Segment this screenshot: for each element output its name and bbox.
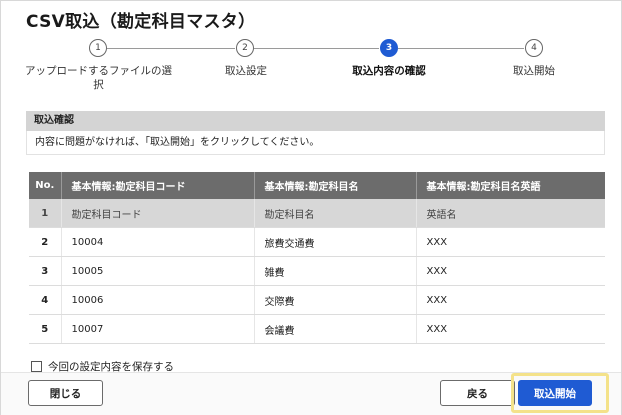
cell-name: 会議費 [254,314,417,344]
step-3-circle: 3 [380,39,398,57]
save-settings-checkbox[interactable] [31,361,42,372]
cell-code: 10007 [61,314,255,344]
table-row: 2 10004 旅費交通費 XXX [29,227,605,257]
step-2-label: 取込設定 [225,65,267,77]
stepper: 1 2 3 4 アップロードするファイルの選択 取込設定 取込内容の確認 取込開… [1,39,621,99]
cell-english: XXX [416,227,605,257]
column-header-name: 基本情報:勘定科目名 [254,172,417,199]
cell-code: 勘定科目コード [61,199,255,228]
table-row: 4 10006 交際費 XXX [29,285,605,315]
confirm-heading: 取込確認 [26,111,605,131]
cell-english: XXX [416,314,605,344]
table-row: 5 10007 会議費 XXX [29,314,605,344]
close-button[interactable]: 閉じる [28,380,103,406]
csv-import-dialog: CSV取込（勘定科目マスタ） 1 2 3 4 アップロードするファイルの選択 取… [0,0,622,415]
cell-code: 10006 [61,285,255,315]
step-3-label: 取込内容の確認 [352,65,426,77]
step-connector [398,48,524,49]
cell-no: 3 [29,256,62,286]
cell-code: 10005 [61,256,255,286]
step-4-label: 取込開始 [513,65,555,77]
step-connector [107,48,235,49]
cell-no: 5 [29,314,62,344]
cell-code: 10004 [61,227,255,257]
back-button[interactable]: 戻る [440,380,515,406]
dialog-footer: 閉じる 戻る 取込開始 [1,372,621,415]
step-connector [254,48,379,49]
cell-english: XXX [416,256,605,286]
step-4-circle: 4 [525,39,543,57]
table-row: 3 10005 雑費 XXX [29,256,605,286]
step-1-circle: 1 [89,39,107,57]
preview-table: No. 基本情報:勘定科目コード 基本情報:勘定科目名 基本情報:勘定科目名英語… [29,172,605,344]
cell-name: 勘定科目名 [254,199,417,228]
dialog-title: CSV取込（勘定科目マスタ） [26,12,256,32]
table-header-row: No. 基本情報:勘定科目コード 基本情報:勘定科目名 基本情報:勘定科目名英語 [29,172,605,199]
cell-english: 英語名 [416,199,605,228]
cell-name: 雑費 [254,256,417,286]
column-header-code: 基本情報:勘定科目コード [61,172,255,199]
step-1-label: アップロードするファイルの選択 [25,65,172,91]
cell-name: 旅費交通費 [254,227,417,257]
step-2-circle: 2 [236,39,254,57]
column-header-no: No. [29,172,62,199]
cell-no: 1 [29,199,62,228]
cell-name: 交際費 [254,285,417,315]
confirm-message: 内容に問題がなければ、「取込開始」をクリックしてください。 [26,131,605,155]
cell-english: XXX [416,285,605,315]
column-header-english: 基本情報:勘定科目名英語 [416,172,605,199]
cell-no: 2 [29,227,62,257]
cell-no: 4 [29,285,62,315]
start-import-button[interactable]: 取込開始 [518,380,592,406]
table-row: 1 勘定科目コード 勘定科目名 英語名 [29,199,605,228]
